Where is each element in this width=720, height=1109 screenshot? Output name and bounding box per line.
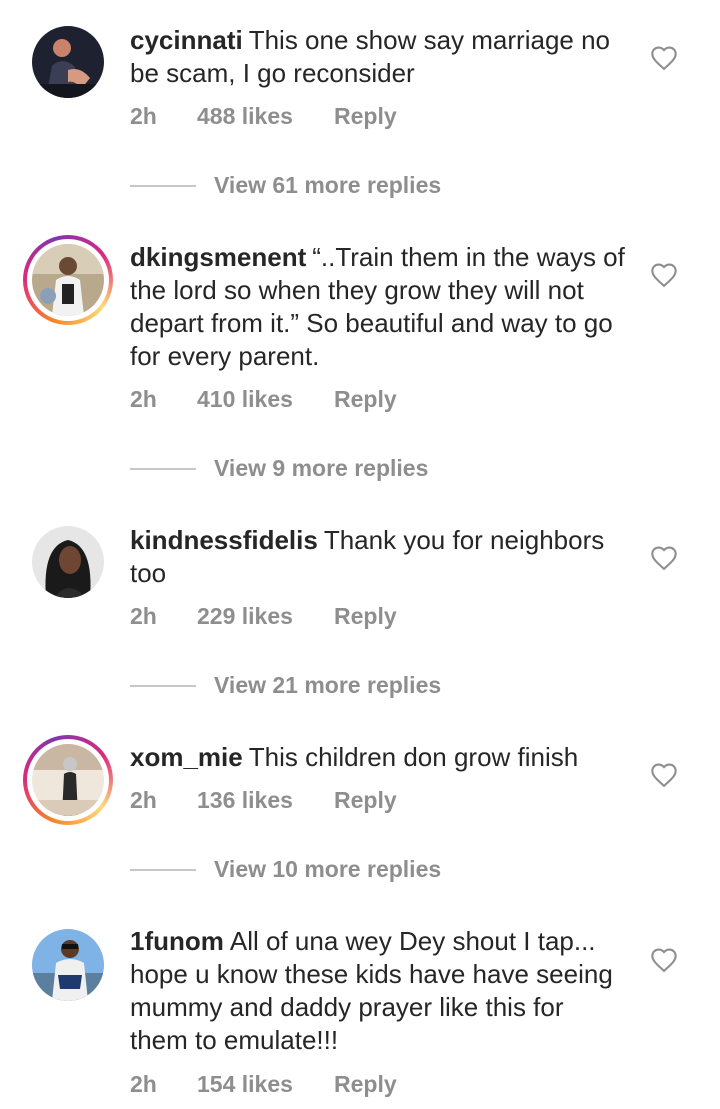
comment-time: 2h xyxy=(130,603,157,629)
comment-meta: 2h 154 likes Reply xyxy=(130,1071,397,1098)
comment-text: This children don grow finish xyxy=(248,742,579,772)
avatar-image xyxy=(32,26,104,98)
avatar-image xyxy=(32,744,104,816)
comment-likes[interactable]: 488 likes xyxy=(197,103,334,130)
reply-button[interactable]: Reply xyxy=(334,386,397,413)
heart-outline-icon[interactable] xyxy=(650,545,678,573)
view-replies-label: View 9 more replies xyxy=(214,455,429,481)
comment-text-block: dkingsmenent “..Train them in the ways of… xyxy=(130,241,625,373)
reply-button[interactable]: Reply xyxy=(334,603,397,630)
heart-outline-icon[interactable] xyxy=(650,45,678,73)
heart-outline-icon[interactable] xyxy=(650,262,678,290)
comment-username[interactable]: 1funom xyxy=(130,926,224,956)
comment-likes[interactable]: 136 likes xyxy=(197,787,334,814)
heart-outline-icon[interactable] xyxy=(650,762,678,790)
view-replies-button[interactable]: View 61 more replies xyxy=(130,172,441,199)
replies-divider xyxy=(130,467,196,470)
replies-divider xyxy=(130,868,196,871)
comment-text-block: cycinnati This one show say marriage no b… xyxy=(130,24,625,90)
avatar-image xyxy=(32,244,104,316)
comment-username[interactable]: xom_mie xyxy=(130,742,243,772)
comment-username[interactable]: dkingsmenent xyxy=(130,242,306,272)
comment-time: 2h xyxy=(130,787,157,813)
comment-username[interactable]: kindnessfidelis xyxy=(130,525,318,555)
reply-button[interactable]: Reply xyxy=(334,1071,397,1098)
replies-divider xyxy=(130,184,196,187)
comment-meta: 2h 136 likes Reply xyxy=(130,787,397,814)
view-replies-label: View 10 more replies xyxy=(214,856,442,882)
comment-likes[interactable]: 229 likes xyxy=(197,603,334,630)
comment-meta: 2h 488 likes Reply xyxy=(130,103,397,130)
avatar[interactable] xyxy=(32,26,104,98)
comment-text-block: 1funom All of una wey Dey shout I tap... … xyxy=(130,925,625,1057)
comment-likes[interactable]: 154 likes xyxy=(197,1071,334,1098)
view-replies-label: View 21 more replies xyxy=(214,672,442,698)
avatar[interactable] xyxy=(32,526,104,598)
comment-username[interactable]: cycinnati xyxy=(130,25,243,55)
avatar-story-ring[interactable] xyxy=(23,235,113,325)
avatar-story-ring[interactable] xyxy=(23,735,113,825)
view-replies-button[interactable]: View 10 more replies xyxy=(130,856,441,883)
comment-time: 2h xyxy=(130,1071,157,1097)
comment-meta: 2h 410 likes Reply xyxy=(130,386,397,413)
avatar[interactable] xyxy=(32,929,104,1001)
view-replies-button[interactable]: View 9 more replies xyxy=(130,455,428,482)
comment-text-block: xom_mie This children don grow finish xyxy=(130,741,625,774)
heart-outline-icon[interactable] xyxy=(650,947,678,975)
replies-divider xyxy=(130,684,196,687)
view-replies-button[interactable]: View 21 more replies xyxy=(130,672,441,699)
comment-meta: 2h 229 likes Reply xyxy=(130,603,397,630)
view-replies-label: View 61 more replies xyxy=(214,172,442,198)
reply-button[interactable]: Reply xyxy=(334,103,397,130)
avatar-image xyxy=(32,526,104,598)
reply-button[interactable]: Reply xyxy=(334,787,397,814)
comment-time: 2h xyxy=(130,103,157,129)
comment-likes[interactable]: 410 likes xyxy=(197,386,334,413)
comment-time: 2h xyxy=(130,386,157,412)
comment-text-block: kindnessfidelis Thank you for neighbors t… xyxy=(130,524,625,590)
avatar-image xyxy=(32,929,104,1001)
